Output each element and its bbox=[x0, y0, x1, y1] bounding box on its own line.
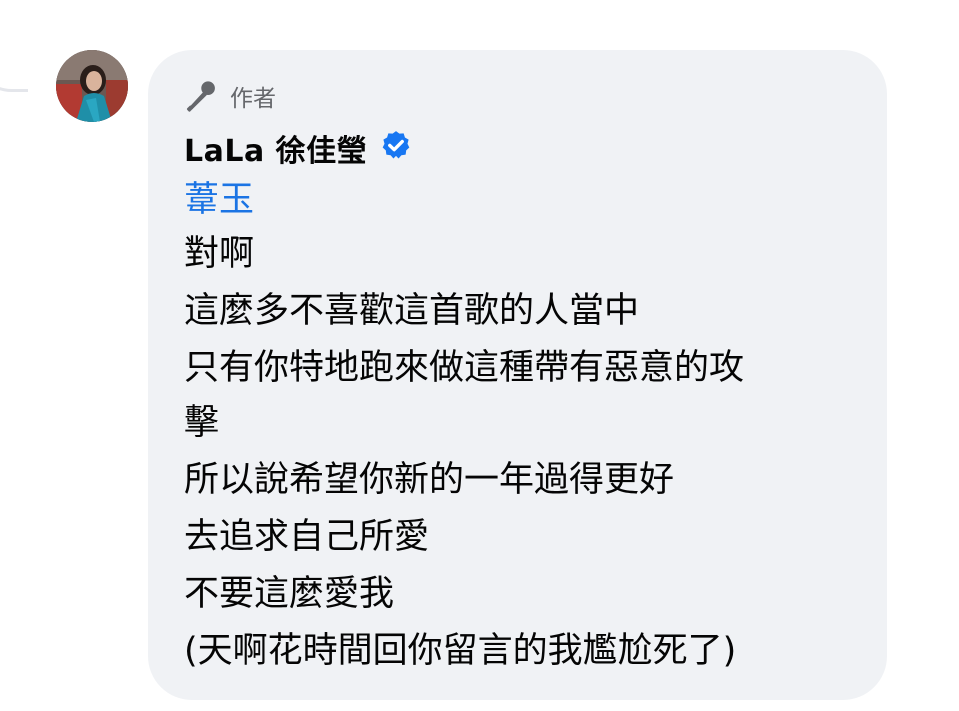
verified-badge-icon bbox=[379, 129, 413, 167]
comment-line: 只有你特地跑來做這種帶有惡意的攻 bbox=[184, 348, 745, 388]
thread-connector-line bbox=[0, 0, 28, 92]
comment-line: (天啊花時間回你留言的我尷尬死了) bbox=[184, 631, 737, 671]
comment-line: 去追求自己所愛 bbox=[184, 517, 430, 557]
comment-thread: 作者 LaLa 徐佳瑩 葦玉 對啊 這麼多不喜歡這首歌的人當中 只有你特地跑來做… bbox=[0, 0, 959, 711]
comment-line: 所以說希望你新的一年過得更好 bbox=[184, 460, 675, 500]
author-name[interactable]: LaLa 徐佳瑩 bbox=[184, 126, 367, 170]
author-badge: 作者 bbox=[184, 78, 851, 114]
microphone-icon bbox=[186, 81, 215, 112]
comment-line: 不要這麼愛我 bbox=[184, 574, 395, 614]
comment-line: 擊 bbox=[184, 403, 220, 443]
avatar-image bbox=[56, 50, 128, 122]
author-badge-label: 作者 bbox=[230, 86, 276, 112]
comment-line: 對啊 bbox=[184, 234, 255, 274]
comment-body: 對啊 這麼多不喜歡這首歌的人當中 只有你特地跑來做這種帶有惡意的攻 擊 所以說希… bbox=[184, 226, 851, 680]
comment-line: 這麼多不喜歡這首歌的人當中 bbox=[184, 291, 640, 331]
comment-bubble: 作者 LaLa 徐佳瑩 葦玉 對啊 這麼多不喜歡這首歌的人當中 只有你特地跑來做… bbox=[148, 50, 887, 700]
comment-author-row: LaLa 徐佳瑩 bbox=[184, 126, 851, 170]
avatar[interactable] bbox=[56, 50, 128, 122]
mentioned-user-link[interactable]: 葦玉 bbox=[184, 174, 851, 226]
